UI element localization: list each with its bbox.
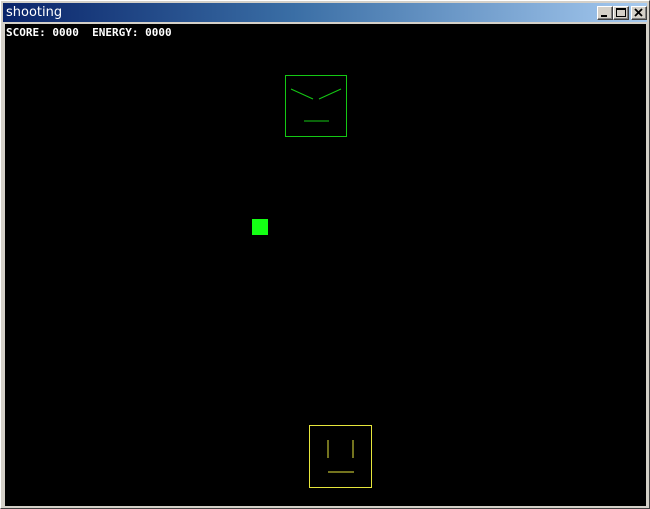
energy-value: 0000	[145, 26, 172, 39]
game-canvas[interactable]: SCORE: 0000 ENERGY: 0000	[5, 24, 646, 506]
neutral-face-icon	[327, 440, 354, 473]
score-value: 0000	[52, 26, 79, 39]
title-bar[interactable]: shooting	[3, 3, 647, 22]
close-icon	[634, 8, 643, 17]
angry-face-icon	[290, 88, 342, 122]
game-window: shooting SCORE: 0000 ENERGY: 0000	[0, 0, 650, 509]
minimize-button[interactable]	[597, 6, 613, 20]
maximize-button[interactable]	[613, 6, 629, 20]
window-title: shooting	[6, 5, 63, 20]
hud: SCORE: 0000 ENERGY: 0000	[6, 26, 172, 39]
player-sprite	[309, 425, 372, 488]
close-button[interactable]	[631, 6, 647, 20]
score-label: SCORE:	[6, 26, 46, 39]
energy-label: ENERGY:	[92, 26, 139, 39]
enemy-sprite	[285, 75, 347, 137]
maximize-icon	[616, 8, 626, 17]
bullet	[252, 219, 268, 235]
minimize-icon	[601, 15, 607, 17]
